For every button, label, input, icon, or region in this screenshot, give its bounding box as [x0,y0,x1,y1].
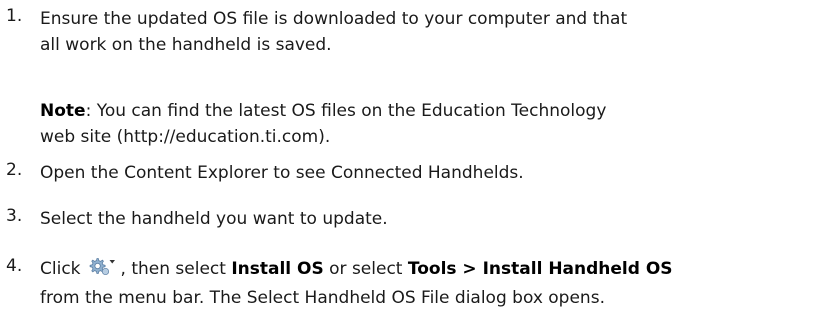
step-text: Select the handheld you want to update. [40,209,388,229]
click-text: Click [40,259,81,279]
gear-dropdown-icon [87,257,117,285]
tools-menu-path: Tools > Install Handheld OS [407,259,673,279]
step-number: 1. [6,6,23,26]
step-number: 3. [6,206,23,226]
step-text: Ensure the updated OS file is downloaded… [40,6,820,58]
step-number: 2. [6,160,23,180]
note-text-line: web site (http://education.ti.com). [40,127,331,147]
step-number: 4. [6,256,23,276]
step-text: Click , then select Install OS or select… [40,256,820,311]
note-text-line: : You can find the latest OS files on th… [85,101,607,121]
document: 1. Ensure the updated OS file is downloa… [0,0,821,313]
step-text: Open the Content Explorer to see Connect… [40,163,524,183]
step-text-line: all work on the handheld is saved. [40,35,332,55]
note-label: Note [40,101,86,121]
step-text-line: Ensure the updated OS file is downloaded… [40,9,628,29]
note-text: Note: You can find the latest OS files o… [40,98,820,150]
install-os-label: Install OS [231,259,324,279]
step-text-line: from the menu bar. The Select Handheld O… [40,288,605,308]
